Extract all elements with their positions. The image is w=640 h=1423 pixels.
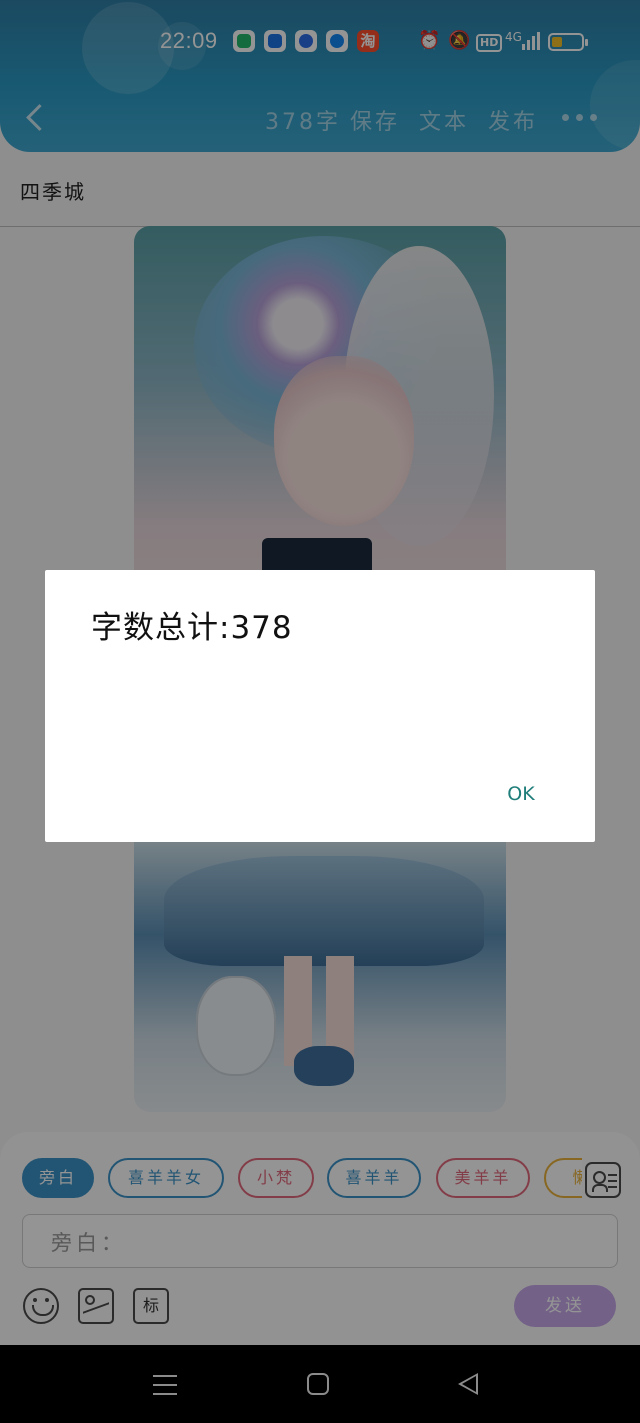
ok-button[interactable]: OK [491, 776, 551, 812]
recents-icon[interactable] [153, 1373, 177, 1397]
system-navigation-bar [0, 1345, 640, 1423]
dialog-message: 字数总计:378 [91, 610, 293, 646]
word-count-dialog: 字数总计:378 OK [45, 570, 595, 842]
home-icon[interactable] [307, 1373, 329, 1395]
back-triangle-icon[interactable] [458, 1373, 478, 1395]
